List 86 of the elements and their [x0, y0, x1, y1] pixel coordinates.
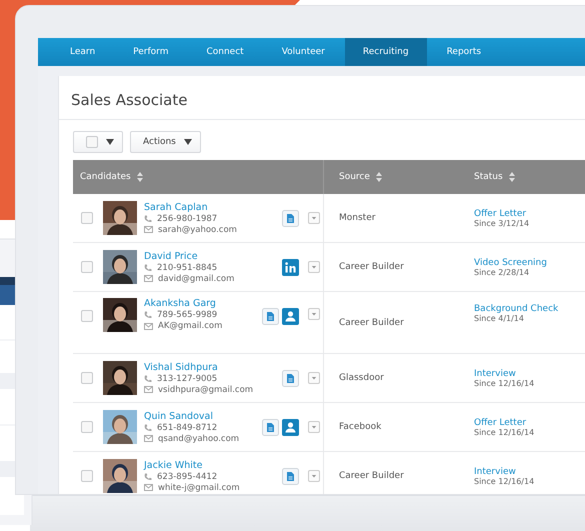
column-header[interactable]: Candidates — [80, 172, 131, 182]
dropdown-icon[interactable] — [308, 470, 320, 482]
status-date: Since 2/28/14 — [474, 268, 530, 276]
status-link[interactable]: Offer Letter — [474, 418, 526, 428]
phone-number: 651-849-8712 — [157, 422, 218, 432]
phone-icon — [144, 264, 152, 272]
person-icon[interactable] — [282, 418, 299, 436]
phone-number: 256-980-1987 — [157, 214, 218, 224]
email-address: AK@gmail.com — [158, 321, 222, 331]
document-icon[interactable] — [262, 418, 279, 436]
candidate-name[interactable]: Sarah Caplan — [144, 202, 262, 212]
checkbox[interactable] — [81, 372, 93, 384]
status-date: Since 4/1/14 — [474, 314, 524, 323]
source-text: Monster — [339, 213, 376, 223]
caret-icon — [106, 139, 114, 145]
phone-number: 210-951-8845 — [157, 262, 218, 272]
status-date: Since 3/12/14 — [474, 218, 530, 228]
source-text: Career Builder — [339, 471, 404, 481]
candidate-name[interactable]: Vishal Sidhpura — [144, 362, 262, 372]
person-icon[interactable] — [282, 308, 299, 325]
select-dropdown[interactable] — [73, 131, 123, 153]
status-link[interactable]: Background Check — [474, 304, 558, 314]
mail-icon — [144, 435, 153, 442]
email-address: david@gmail.com — [158, 274, 234, 284]
source-text: Facebook — [339, 422, 382, 432]
phone-icon — [144, 311, 152, 319]
status-link[interactable]: Offer Letter — [474, 208, 526, 218]
column-header[interactable]: Status — [474, 172, 503, 182]
page-title: Sales Associate — [59, 76, 585, 120]
document-icon[interactable] — [282, 210, 299, 226]
source-text: Career Builder — [339, 318, 404, 328]
candidate-name[interactable]: Quin Sandoval — [144, 410, 262, 422]
status-date: Since 12/16/14 — [474, 476, 534, 486]
nav-tab[interactable]: Recruiting — [344, 38, 427, 66]
document-icon[interactable] — [282, 370, 299, 386]
caret-icon — [184, 139, 192, 145]
mail-icon — [144, 226, 153, 233]
dropdown-icon[interactable] — [308, 308, 320, 320]
document-icon[interactable] — [262, 308, 279, 325]
candidate-name[interactable]: Jackie White — [144, 460, 262, 470]
phone-icon — [144, 214, 152, 222]
status-date: Since 12/16/14 — [474, 428, 534, 436]
candidate-name[interactable]: Akanksha Garg — [144, 298, 262, 309]
email-address: vsidhpura@gmail.com — [158, 384, 254, 394]
mail-icon — [144, 484, 153, 491]
status-link[interactable]: Video Screening — [474, 258, 547, 268]
nav-tab[interactable]: Learn — [52, 38, 114, 66]
nav-tab[interactable]: Perform — [115, 38, 186, 66]
checkbox[interactable] — [81, 470, 93, 482]
nav-tab[interactable]: Volunteer — [264, 38, 343, 66]
checkbox[interactable] — [81, 212, 93, 224]
sort-icon[interactable] — [136, 172, 143, 182]
checkbox[interactable] — [81, 261, 93, 273]
mail-icon — [144, 275, 153, 282]
phone-number: 789-565-9989 — [157, 310, 218, 320]
dropdown-icon[interactable] — [308, 372, 320, 384]
source-text: Glassdoor — [339, 373, 384, 383]
nav-tab[interactable]: Reports — [428, 38, 500, 66]
checkbox[interactable] — [81, 310, 93, 322]
dropdown-icon[interactable] — [308, 421, 320, 433]
phone-icon — [144, 424, 152, 432]
status-date: Since 12/16/14 — [474, 378, 534, 388]
checkbox[interactable] — [81, 421, 93, 433]
column-header[interactable]: Source — [339, 172, 370, 182]
phone-number: 313-127-9005 — [157, 374, 218, 384]
candidate-name[interactable]: David Price — [144, 250, 262, 262]
mail-icon — [144, 386, 153, 393]
sort-icon[interactable] — [508, 172, 515, 182]
source-text: Career Builder — [339, 262, 404, 272]
phone-icon — [144, 472, 152, 480]
sort-icon[interactable] — [376, 172, 382, 182]
status-link[interactable]: Interview — [474, 368, 516, 378]
dropdown-icon[interactable] — [308, 212, 320, 224]
mail-icon — [144, 322, 153, 330]
actions-dropdown[interactable]: Actions — [130, 131, 201, 153]
email-address: sarah@yahoo.com — [158, 224, 237, 234]
checkbox[interactable] — [86, 136, 98, 148]
document-icon[interactable] — [282, 468, 299, 484]
email-address: white-j@gmail.com — [158, 482, 240, 492]
phone-icon — [144, 374, 152, 382]
linkedin-icon[interactable] — [282, 258, 299, 276]
phone-number: 623-895-4412 — [157, 472, 218, 482]
dropdown-icon[interactable] — [308, 261, 320, 273]
email-address: qsand@yahoo.com — [158, 434, 240, 444]
nav-tab[interactable]: Connect — [188, 38, 262, 66]
status-link[interactable]: Interview — [474, 466, 516, 476]
